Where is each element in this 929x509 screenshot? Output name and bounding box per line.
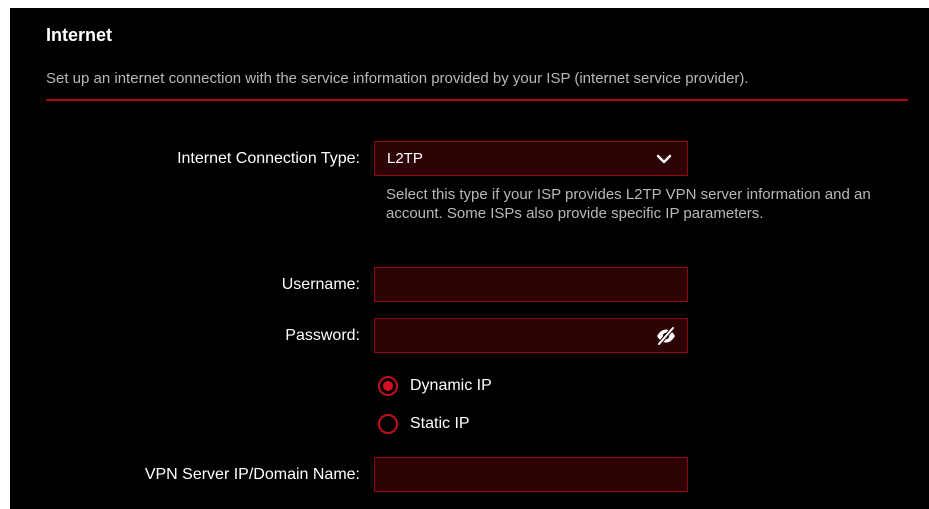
password-input[interactable] [374,318,688,353]
section-title: Internet [46,25,113,45]
internet-settings-panel: Internet Set up an internet connection w… [10,8,929,509]
connection-type-select[interactable]: L2TP [374,141,688,176]
password-label: Password: [285,327,360,344]
section-description: Set up an internet connection with the s… [46,70,749,87]
chevron-down-icon[interactable] [655,150,673,168]
vpn-server-label: VPN Server IP/Domain Name: [144,466,360,483]
radio-static-ip-label: Static IP [410,415,470,432]
connection-type-value: L2TP [387,150,423,167]
section-divider [46,99,908,101]
username-label: Username: [281,276,360,293]
connection-type-label: Internet Connection Type: [177,150,360,167]
eye-slash-icon[interactable] [655,326,677,346]
radio-static-ip-indicator[interactable] [378,414,398,434]
username-input[interactable] [374,267,688,302]
vpn-server-input[interactable] [374,457,688,492]
connection-type-help: Select this type if your ISP provides L2… [386,186,871,222]
radio-dynamic-ip-indicator[interactable] [378,376,398,396]
radio-dynamic-ip-label: Dynamic IP [410,377,492,394]
